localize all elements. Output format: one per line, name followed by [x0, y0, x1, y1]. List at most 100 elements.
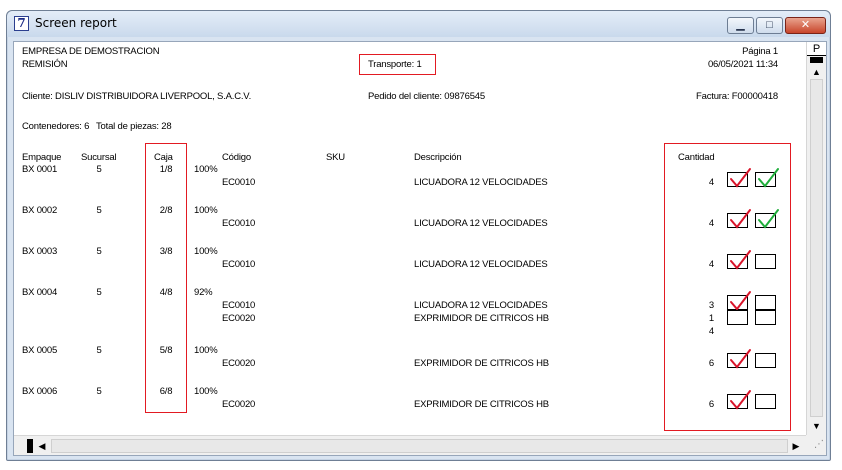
vertical-scrollbar[interactable]: P ▲ ▼ — [806, 42, 826, 435]
report-viewport: EMPRESA DE DEMOSTRACION REMISIÓN Transpo… — [13, 41, 827, 456]
item-code: EC0010 — [222, 259, 256, 270]
branch-number: 5 — [96, 386, 102, 397]
item-checkbox[interactable] — [727, 250, 751, 270]
col-sku: SKU — [326, 152, 345, 163]
report-window: 7 Screen report ▁ □ ✕ EMPRESA DE DEMOSTR… — [6, 10, 831, 461]
item-checkbox[interactable] — [727, 390, 751, 410]
item-description: LICUADORA 12 VELOCIDADES — [414, 218, 548, 229]
item-verified-checkbox[interactable] — [755, 209, 779, 229]
package-id: BX 0002 — [22, 205, 58, 216]
fill-percentage: 100% — [194, 164, 218, 175]
checkmark-icon — [730, 209, 751, 229]
box-number: 3/8 — [159, 246, 173, 257]
item-quantity: 4 — [708, 218, 714, 229]
checkmark-icon — [730, 390, 751, 410]
item-verified-checkbox[interactable] — [755, 295, 776, 310]
checkmark-icon — [730, 349, 751, 369]
fill-percentage: 100% — [194, 386, 218, 397]
item-quantity: 4 — [708, 177, 714, 188]
horizontal-scroll-track[interactable] — [51, 439, 788, 453]
vertical-scroll-track[interactable] — [810, 79, 823, 417]
horizontal-scroll-thumb[interactable] — [27, 439, 33, 453]
package-total-quantity: 4 — [708, 326, 714, 337]
scroll-left-arrow-icon[interactable]: ◀ — [36, 440, 48, 452]
title-bar[interactable]: 7 Screen report ▁ □ ✕ — [7, 11, 830, 37]
package-id: BX 0003 — [22, 246, 58, 257]
app-icon: 7 — [14, 16, 29, 31]
branch-number: 5 — [96, 345, 102, 356]
box-number: 5/8 — [159, 345, 173, 356]
item-verified-checkbox[interactable] — [755, 353, 776, 368]
item-quantity: 6 — [708, 358, 714, 369]
box-number: 6/8 — [159, 386, 173, 397]
item-quantity: 6 — [708, 399, 714, 410]
item-code: EC0010 — [222, 218, 256, 229]
scroll-up-arrow-icon[interactable]: ▲ — [810, 67, 823, 77]
resize-grip-icon[interactable]: ⋰ — [806, 435, 826, 455]
item-checkbox[interactable] — [727, 209, 751, 229]
fill-percentage: 100% — [194, 246, 218, 257]
containers-label: Contenedores: 6 — [22, 121, 90, 132]
fill-percentage: 100% — [194, 345, 218, 356]
item-checkbox[interactable] — [727, 310, 748, 325]
page-number: Página 1 — [742, 46, 778, 57]
box-number: 1/8 — [159, 164, 173, 175]
item-quantity: 3 — [708, 300, 714, 311]
scroll-down-arrow-icon[interactable]: ▼ — [810, 420, 823, 432]
item-quantity: 4 — [708, 259, 714, 270]
branch-number: 5 — [96, 287, 102, 298]
checkmark-icon — [730, 291, 751, 311]
item-verified-checkbox[interactable] — [755, 310, 776, 325]
client-label: Cliente: DISLIV DISTRIBUIDORA LIVERPOOL,… — [22, 91, 252, 102]
item-description: EXPRIMIDOR DE CITRICOS HB — [414, 358, 549, 369]
scroll-marker: P — [807, 42, 826, 56]
customer-order-label: Pedido del cliente: 09876545 — [368, 91, 485, 102]
item-code: EC0020 — [222, 313, 256, 324]
checkmark-icon — [758, 209, 779, 229]
package-id: BX 0005 — [22, 345, 58, 356]
fill-percentage: 100% — [194, 205, 218, 216]
package-id: BX 0004 — [22, 287, 58, 298]
box-number: 4/8 — [159, 287, 173, 298]
item-description: EXPRIMIDOR DE CITRICOS HB — [414, 399, 549, 410]
scroll-right-arrow-icon[interactable]: ▶ — [790, 440, 802, 452]
item-code: EC0020 — [222, 358, 256, 369]
item-code: EC0010 — [222, 300, 256, 311]
company-name: EMPRESA DE DEMOSTRACION — [22, 46, 160, 57]
item-checkbox[interactable] — [727, 168, 751, 188]
window-title: Screen report — [35, 16, 117, 30]
item-checkbox[interactable] — [727, 291, 751, 311]
branch-number: 5 — [96, 205, 102, 216]
item-verified-checkbox[interactable] — [755, 394, 776, 409]
item-verified-checkbox[interactable] — [755, 168, 779, 188]
document-type: REMISIÓN — [22, 59, 68, 70]
fill-percentage: 92% — [194, 287, 213, 298]
transport-label: Transporte: 1 — [368, 59, 422, 70]
horizontal-scrollbar[interactable]: ◀ ▶ — [14, 435, 806, 455]
report-page: EMPRESA DE DEMOSTRACION REMISIÓN Transpo… — [14, 42, 806, 435]
maximize-button[interactable]: □ — [756, 17, 783, 34]
pieces-label: Total de piezas: 28 — [96, 121, 172, 132]
close-button[interactable]: ✕ — [785, 17, 826, 34]
checkmark-icon — [730, 168, 751, 188]
item-code: EC0020 — [222, 399, 256, 410]
box-number: 2/8 — [159, 205, 173, 216]
box-column-highlight — [145, 143, 187, 413]
branch-number: 5 — [96, 246, 102, 257]
item-checkbox[interactable] — [727, 349, 751, 369]
col-description: Descripción — [414, 152, 462, 163]
item-description: LICUADORA 12 VELOCIDADES — [414, 300, 548, 311]
branch-number: 5 — [96, 164, 102, 175]
item-code: EC0010 — [222, 177, 256, 188]
report-datetime: 06/05/2021 11:34 — [707, 59, 778, 70]
item-verified-checkbox[interactable] — [755, 254, 776, 269]
vertical-scroll-thumb[interactable] — [810, 57, 823, 63]
col-code: Código — [222, 152, 251, 163]
item-quantity: 1 — [708, 313, 714, 324]
item-description: LICUADORA 12 VELOCIDADES — [414, 177, 548, 188]
minimize-button[interactable]: ▁ — [727, 17, 754, 34]
package-id: BX 0001 — [22, 164, 58, 175]
invoice-label: Factura: F00000418 — [696, 91, 778, 102]
col-package: Empaque — [22, 152, 62, 163]
package-id: BX 0006 — [22, 386, 58, 397]
